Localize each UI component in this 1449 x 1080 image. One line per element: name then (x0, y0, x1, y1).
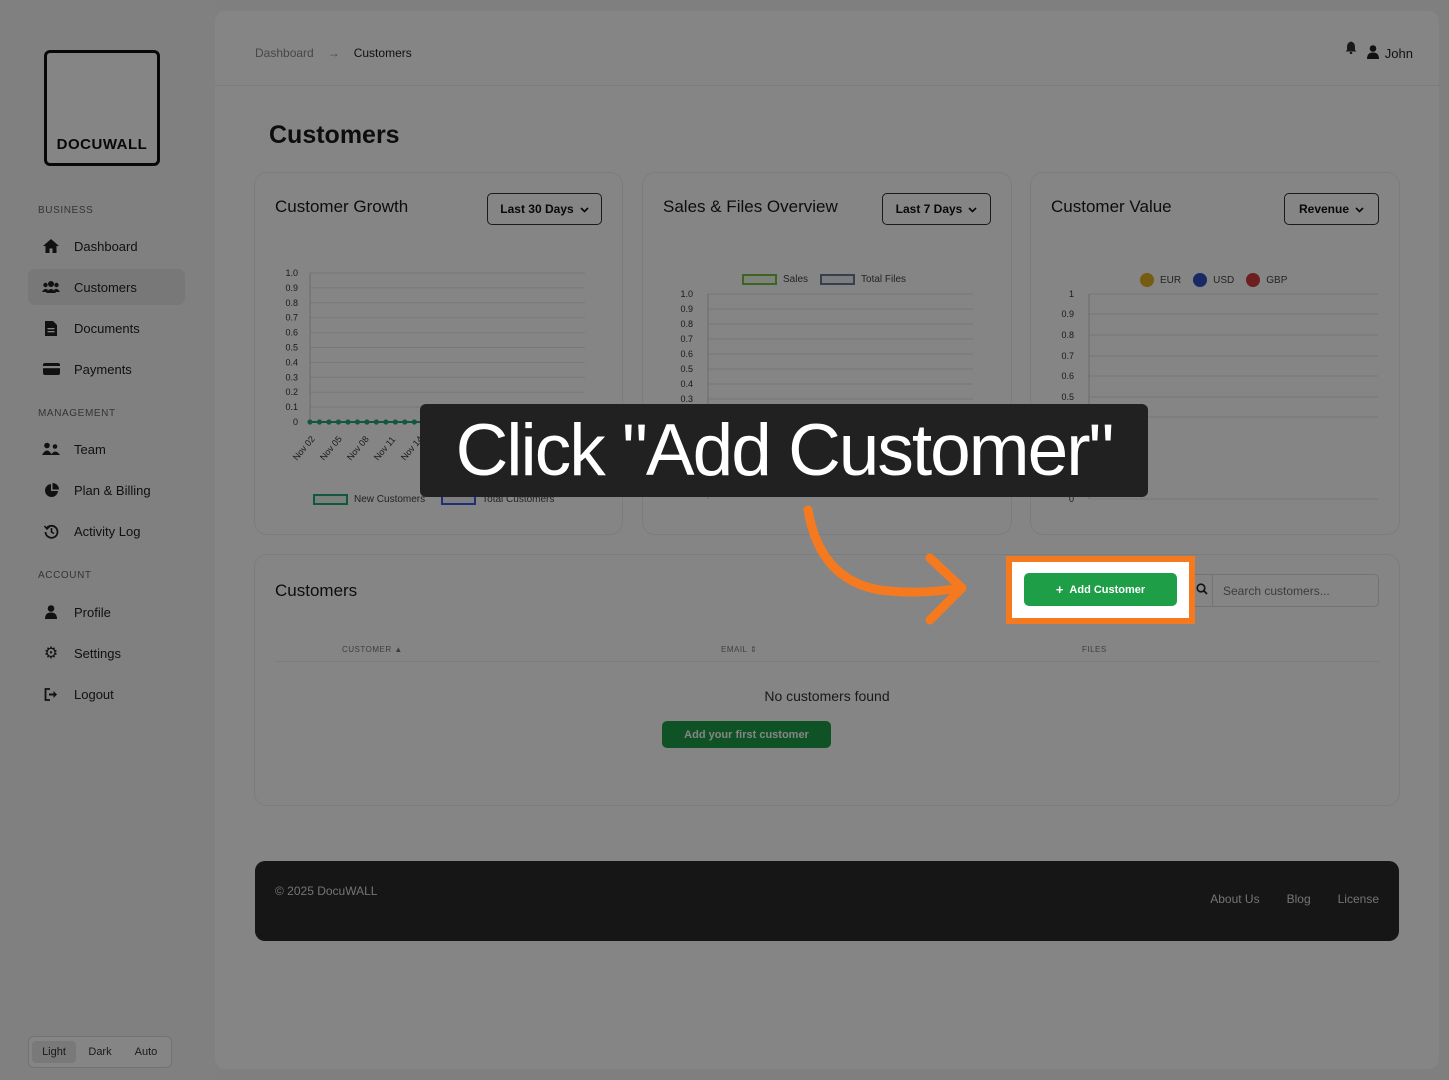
tutorial-dim-overlay (0, 0, 1449, 1080)
app-root: DOCUWALL BUSINESS Dashboard Customers Do… (0, 0, 1449, 1080)
tutorial-caption: Click "Add Customer" (420, 404, 1148, 497)
add-customer-label: Add Customer (1069, 583, 1146, 596)
add-customer-button[interactable]: + Add Customer (1024, 573, 1177, 606)
plus-icon: + (1055, 582, 1064, 597)
pointer-arrow-icon (803, 505, 967, 625)
